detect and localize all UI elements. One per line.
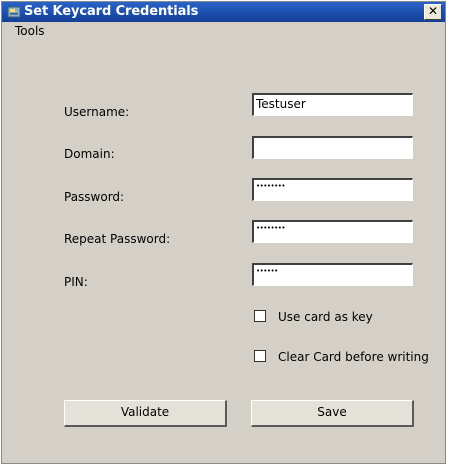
save-button[interactable]: Save [251, 400, 414, 427]
use-card-as-key-label[interactable]: Use card as key [278, 310, 373, 324]
validate-button[interactable]: Validate [64, 400, 227, 427]
repeat-password-field[interactable]: •••••••• [252, 220, 413, 243]
close-button[interactable]: ✕ [424, 4, 442, 20]
clear-card-label[interactable]: Clear Card before writing [278, 350, 429, 364]
password-label: Password: [64, 190, 125, 204]
pin-field[interactable]: •••••• [252, 263, 413, 286]
domain-label: Domain: [64, 147, 115, 161]
repeat-password-label: Repeat Password: [64, 232, 171, 246]
credentials-window: Set Keycard Credentials ✕ Tools Username… [1, 1, 446, 464]
password-field[interactable]: •••••••• [252, 178, 413, 201]
pin-label: PIN: [64, 275, 88, 289]
window-title: Set Keycard Credentials [24, 4, 199, 19]
use-card-as-key-checkbox[interactable] [254, 310, 266, 322]
clear-card-checkbox[interactable] [254, 350, 266, 362]
domain-field[interactable] [252, 136, 413, 159]
keycard-icon [7, 6, 21, 18]
title-bar[interactable]: Set Keycard Credentials ✕ [2, 2, 445, 22]
menu-item-tools[interactable]: Tools [15, 23, 45, 39]
menu-bar: Tools [2, 22, 445, 42]
username-field[interactable]: Testuser [252, 93, 413, 116]
close-icon: ✕ [427, 4, 439, 18]
username-label: Username: [64, 105, 130, 119]
